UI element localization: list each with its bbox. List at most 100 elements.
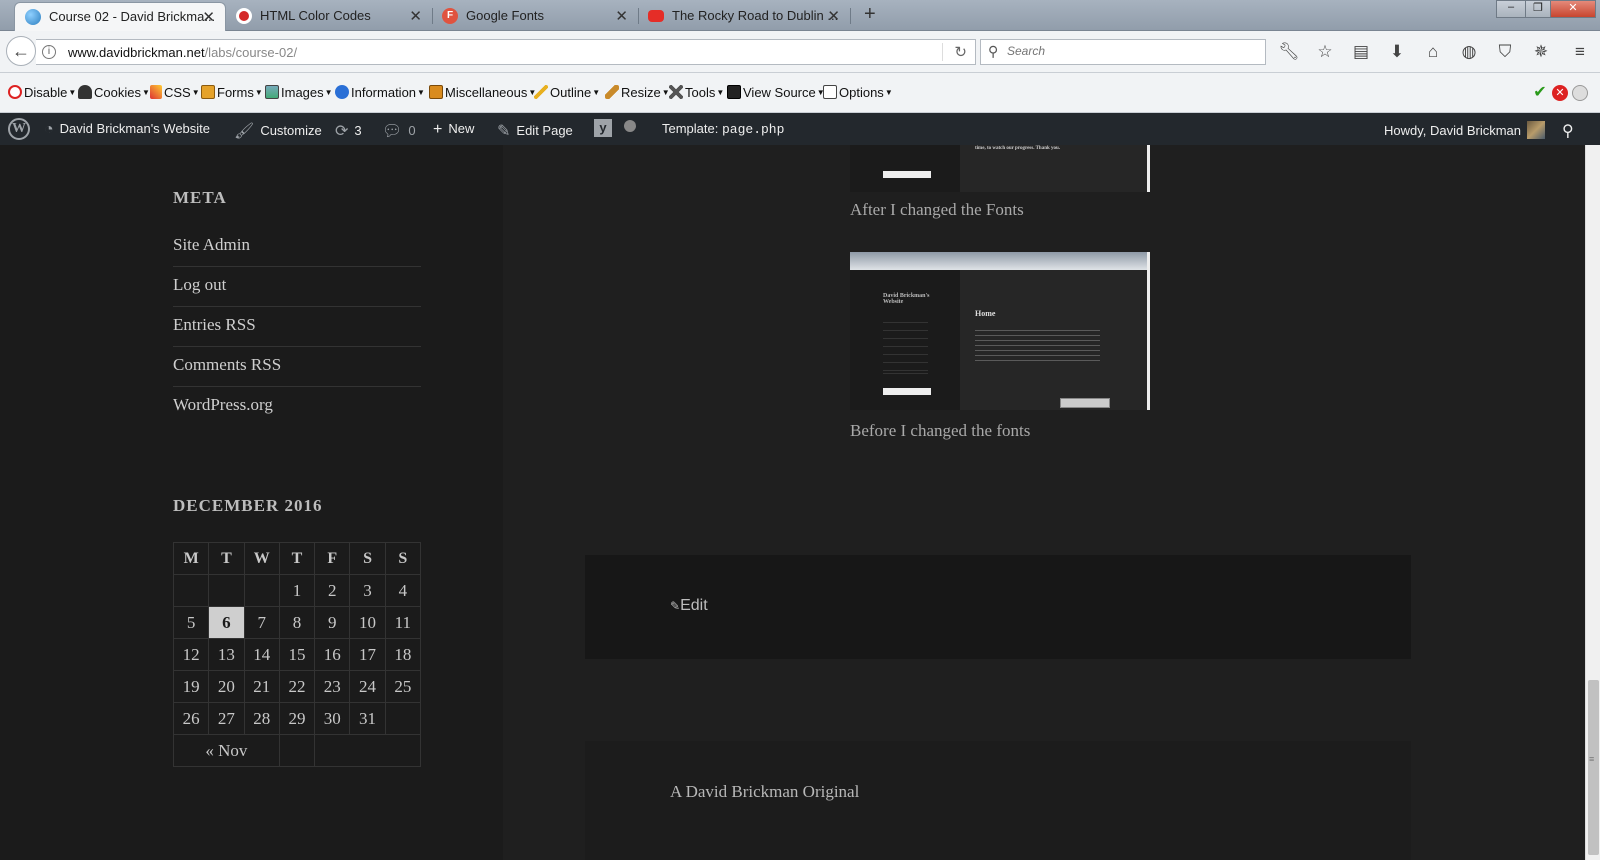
status-grey-icon[interactable] xyxy=(1572,85,1588,101)
calendar-table: M T W T F S S 1 2 3 4 5 6 7 8 9 10 11 12 13 14 15 16 17 1… xyxy=(172,542,422,767)
url-domain: www.davidbrickman.net xyxy=(68,45,205,60)
search-icon: ⚲ xyxy=(988,43,999,59)
globe-addon-icon[interactable]: ◍ xyxy=(1457,40,1481,64)
screenshot-after-fonts[interactable]: time, to watch our progress. Thank you. xyxy=(850,145,1150,192)
admin-search-button[interactable]: ⚲ xyxy=(1562,121,1580,141)
images-icon xyxy=(265,85,279,99)
globe-icon xyxy=(25,9,41,25)
calendar-day-cell: 3 xyxy=(349,574,386,607)
close-tab-icon[interactable]: ✕ xyxy=(409,7,422,25)
comments-link[interactable]: 💬︎ 0 xyxy=(382,121,416,141)
screenshot-before-fonts[interactable]: David Brickman's Website Home xyxy=(850,252,1150,410)
updates-icon: ⟳ xyxy=(335,123,349,140)
dev-menu-information[interactable]: Information▼ xyxy=(335,85,425,100)
tab-title: HTML Color Codes xyxy=(260,8,371,23)
new-label: New xyxy=(448,121,475,136)
close-tab-icon[interactable]: ✕ xyxy=(827,7,840,25)
dev-menu-resize[interactable]: Resize▼ xyxy=(605,85,670,100)
edit-post-link[interactable]: ✎Edit xyxy=(670,597,708,615)
bookmarks-menu-icon[interactable]: ▤ xyxy=(1349,40,1373,64)
wordpress-logo-button[interactable]: W xyxy=(8,118,30,140)
reload-icon[interactable]: ↻ xyxy=(954,43,967,61)
meta-link-log-out[interactable]: Log out xyxy=(173,267,421,307)
calendar-day-cell: 24 xyxy=(349,670,386,703)
dev-menu-label: Cookies xyxy=(94,85,141,100)
dev-menu-view-source[interactable]: View Source▼ xyxy=(727,85,825,100)
plus-icon: + xyxy=(433,121,443,138)
back-button[interactable]: ← xyxy=(6,36,36,66)
tab-youtube[interactable]: The Rocky Road to Dublin ... ✕ xyxy=(638,2,850,31)
dev-menu-miscellaneous[interactable]: Miscellaneous▼ xyxy=(429,85,536,100)
close-tab-icon[interactable]: ✕ xyxy=(615,7,628,25)
hamburger-menu-icon[interactable]: ≡ xyxy=(1568,40,1592,64)
search-box[interactable]: ⚲ xyxy=(980,39,1266,65)
errors-icon[interactable]: ✕ xyxy=(1552,85,1568,101)
meta-link-entries-rss[interactable]: Entries RSS xyxy=(173,307,421,347)
site-info-icon[interactable]: i xyxy=(42,45,56,59)
downloads-icon[interactable]: ⬇ xyxy=(1385,40,1409,64)
resize-ruler-icon xyxy=(605,85,619,99)
template-info[interactable]: Template: page.php xyxy=(662,121,784,137)
entry-footer xyxy=(585,555,1411,659)
calendar-empty-cell xyxy=(172,574,210,607)
thumb-search-box xyxy=(883,388,931,395)
meta-link-wordpress-org[interactable]: WordPress.org xyxy=(173,387,421,427)
dev-menu-label: Forms xyxy=(217,85,254,100)
dev-menu-cookies[interactable]: Cookies▼ xyxy=(78,85,150,100)
new-tab-button[interactable]: + xyxy=(864,3,876,26)
wrench-icon[interactable]: 🔧︎ xyxy=(1277,40,1301,64)
search-input[interactable] xyxy=(1007,44,1257,58)
minimize-button[interactable]: – xyxy=(1496,0,1526,18)
yoast-seo-button[interactable]: y xyxy=(594,119,636,137)
information-icon xyxy=(335,85,349,99)
tab-title: Google Fonts xyxy=(466,8,545,23)
customize-link[interactable]: 🖌︎ Customize xyxy=(234,121,322,141)
my-account-link[interactable]: Howdy, David Brickman xyxy=(1384,121,1546,139)
address-bar[interactable]: i www.davidbrickman.net/labs/course-02/ … xyxy=(36,39,976,65)
home-icon[interactable]: ⌂ xyxy=(1421,40,1445,64)
dev-menu-forms[interactable]: Forms▼ xyxy=(201,85,263,100)
disable-icon xyxy=(8,85,22,99)
meta-widget-title: META xyxy=(173,188,227,207)
addon-icon[interactable]: ✵ xyxy=(1529,40,1553,64)
edit-page-label: Edit Page xyxy=(516,123,573,138)
new-content-link[interactable]: + New xyxy=(433,121,474,139)
dev-menu-disable[interactable]: Disable▼ xyxy=(8,85,76,100)
tab-google-fonts[interactable]: F Google Fonts ✕ xyxy=(432,2,638,31)
meta-link-comments-rss[interactable]: Comments RSS xyxy=(173,347,421,387)
dev-menu-tools[interactable]: Tools▼ xyxy=(669,85,724,100)
dev-menu-outline[interactable]: Outline▼ xyxy=(534,85,600,100)
close-window-button[interactable]: ✕ xyxy=(1550,0,1596,18)
pocket-icon[interactable]: ⛉ xyxy=(1493,40,1517,64)
thumb-footer-box xyxy=(1060,398,1110,408)
updates-link[interactable]: ⟳ 3 xyxy=(335,121,362,141)
calendar-day-cell: 4 xyxy=(384,574,422,607)
edit-page-link[interactable]: ✎ Edit Page xyxy=(497,121,573,141)
dev-menu-options[interactable]: Options▼ xyxy=(823,85,893,100)
seo-status-icon xyxy=(623,120,636,132)
validation-ok-icon[interactable]: ✔ xyxy=(1532,85,1548,101)
tab-course-02[interactable]: Course 02 - David Brickma... ✕ xyxy=(14,2,226,31)
maximize-button[interactable]: ❐ xyxy=(1525,0,1551,18)
site-name-label: David Brickman's Website xyxy=(59,121,211,136)
pencil-icon: ✎ xyxy=(497,123,511,140)
calendar-day-cell: 13 xyxy=(208,638,245,671)
calendar-week-row: 12 13 14 15 16 17 18 xyxy=(172,638,422,671)
scrollbar-thumb[interactable] xyxy=(1588,680,1599,855)
tab-html-color-codes[interactable]: HTML Color Codes ✕ xyxy=(226,2,432,31)
calendar-day-cell: 6 xyxy=(208,606,245,639)
site-name-link[interactable]: ◔ David Brickman's Website xyxy=(44,121,210,139)
vertical-scrollbar[interactable]: ≡ xyxy=(1585,145,1600,860)
meta-link-site-admin[interactable]: Site Admin xyxy=(173,227,421,267)
calendar-empty-cell xyxy=(208,574,245,607)
dev-menu-images[interactable]: Images▼ xyxy=(265,85,333,100)
calendar-prev-month-link[interactable]: « Nov xyxy=(173,734,280,767)
dev-menu-css[interactable]: CSS▼ xyxy=(150,85,200,100)
bookmark-star-icon[interactable]: ☆ xyxy=(1313,40,1337,64)
calendar-day-heading: W xyxy=(243,542,280,575)
url-text[interactable]: www.davidbrickman.net/labs/course-02/ xyxy=(68,45,297,60)
tab-strip: Course 02 - David Brickma... ✕ HTML Colo… xyxy=(0,0,1600,31)
calendar-day-cell: 9 xyxy=(314,606,351,639)
calendar-week-row: 26 27 28 29 30 31 xyxy=(172,702,422,735)
close-tab-icon[interactable]: ✕ xyxy=(202,8,215,26)
